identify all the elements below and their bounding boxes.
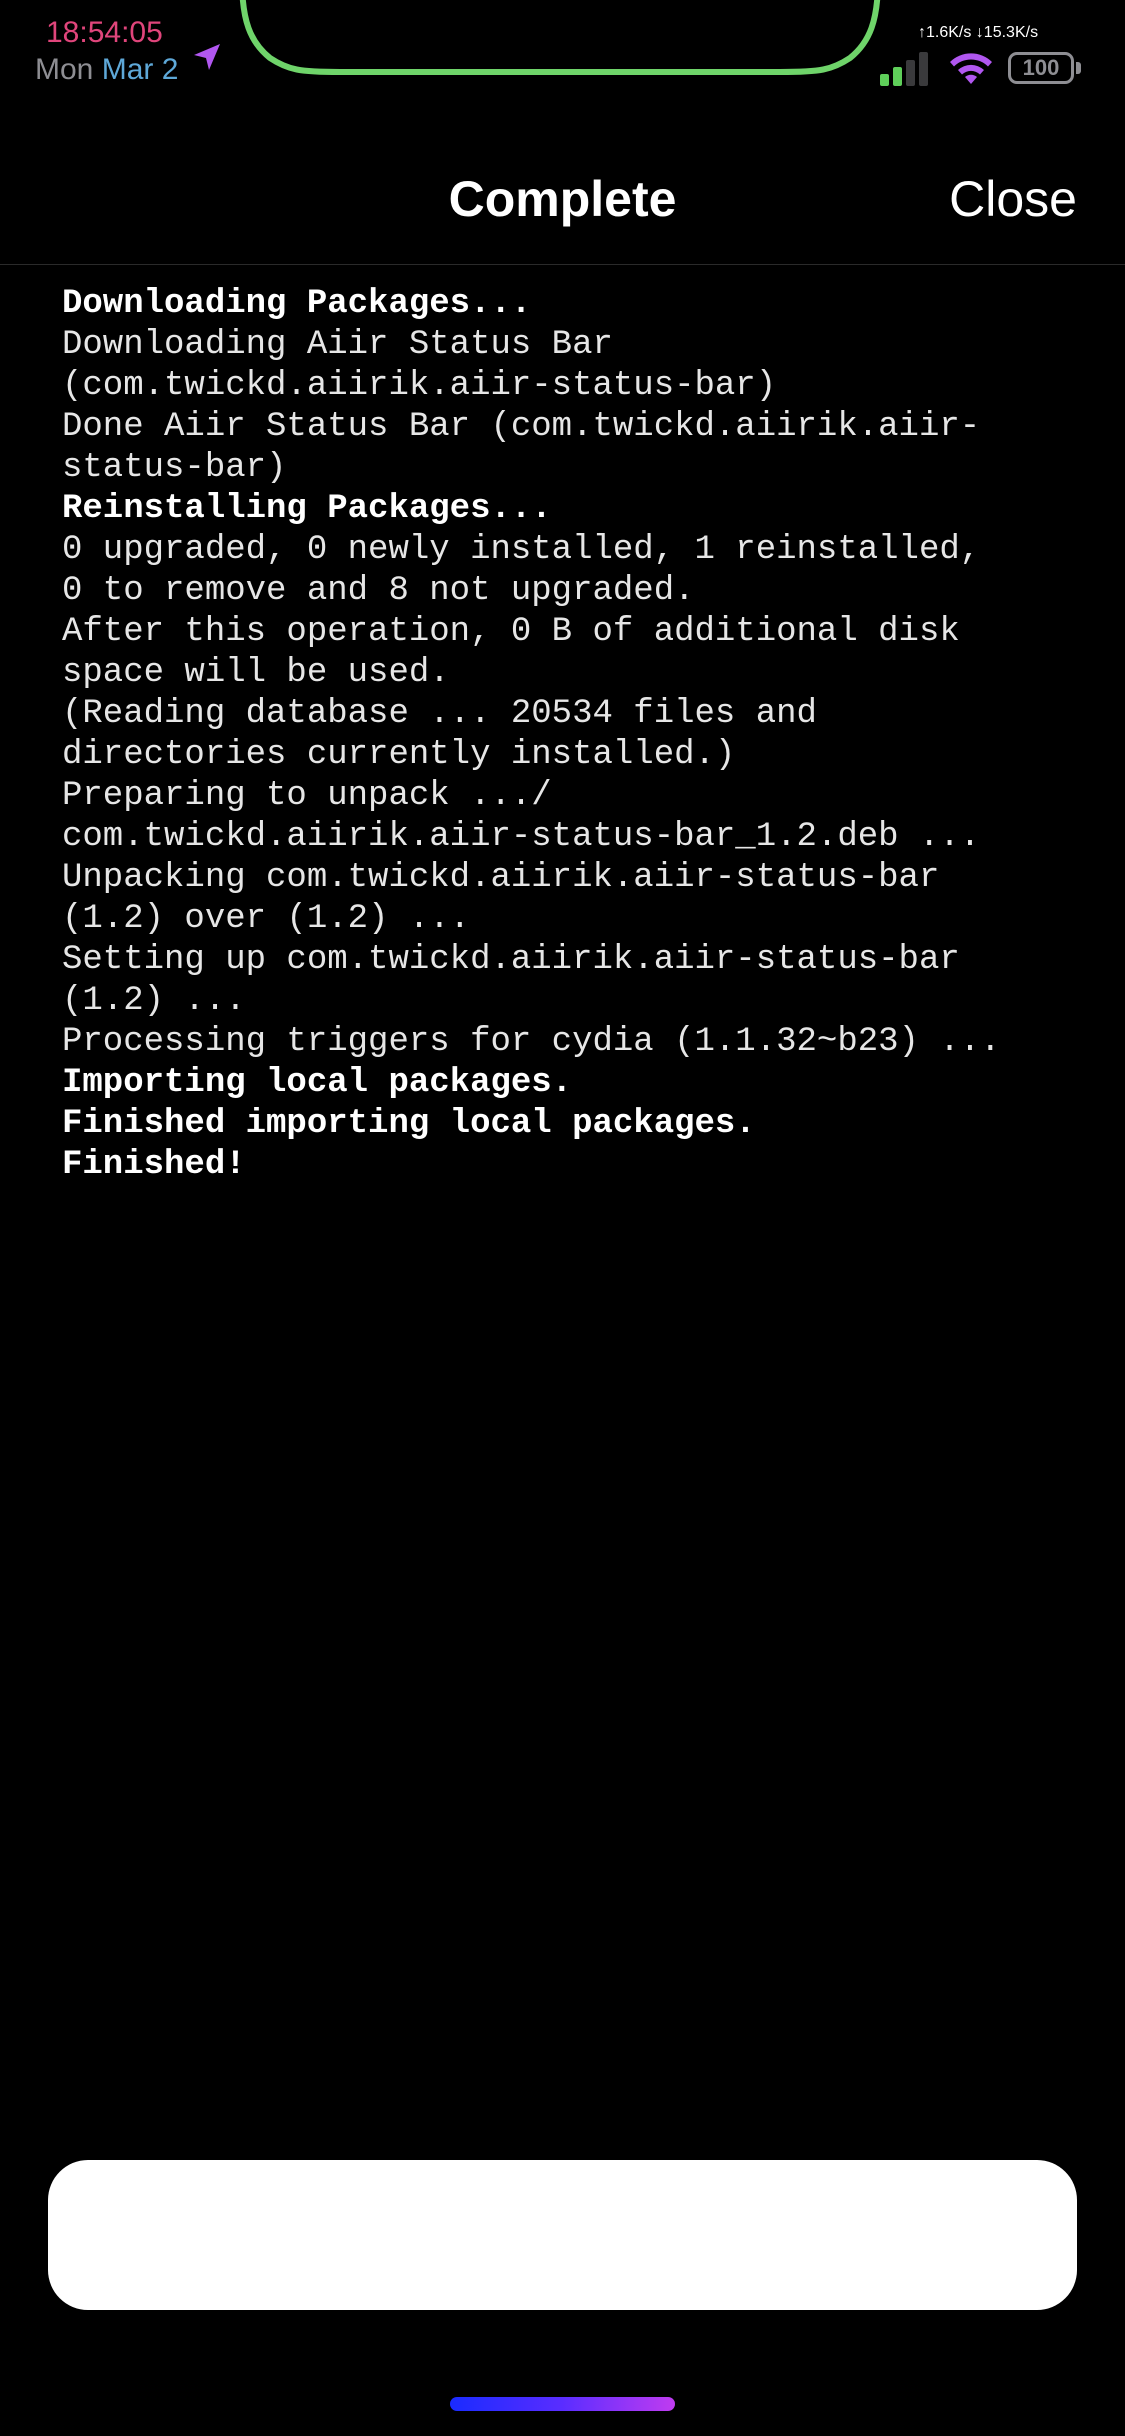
log-line: Unpacking com.twickd.aiirik.aiir-status-… [62,859,940,897]
log-line: Reinstalling Packages... [62,490,552,528]
battery-level: 100 [1008,52,1074,84]
log-line: Finished importing local packages. [62,1105,756,1143]
log-line: Done Aiir Status Bar (com.twickd.aiirik.… [62,408,981,446]
log-line: (1.2) over (1.2) ... [62,900,471,938]
install-log: Downloading Packages... Downloading Aiir … [62,284,1082,1186]
log-line: Finished! [62,1146,246,1184]
notch-outline [239,0,881,75]
status-day: Mon [35,53,94,86]
bottom-action-button[interactable] [48,2160,1077,2310]
status-month-day: Mar 2 [101,53,179,86]
cellular-signal-icon [880,52,928,86]
log-line: 0 upgraded, 0 newly installed, 1 reinsta… [62,531,981,569]
battery-indicator: 100 [1008,52,1084,86]
log-line: 0 to remove and 8 not upgraded. [62,572,695,610]
nav-bar: Complete Close [0,150,1125,265]
wifi-icon [950,53,992,84]
log-line: Downloading Aiir Status Bar [62,326,613,364]
log-line: Processing triggers for cydia (1.1.32~b2… [62,1023,1001,1061]
log-line: Downloading Packages... [62,285,532,323]
status-time: 18:54:05 [46,16,163,49]
status-date: Mon Mar 2 [35,53,178,87]
log-line: directories currently installed.) [62,736,736,774]
status-bar: 18:54:05 Mon Mar 2 ↑1.6K/s ↓15.3K/s 100 [0,0,1125,100]
log-line: (Reading database ... 20534 files and [62,695,817,733]
log-line: Importing local packages. [62,1064,573,1102]
log-line: com.twickd.aiirik.aiir-status-bar_1.2.de… [62,818,981,856]
home-indicator[interactable] [450,2397,675,2411]
log-line: Preparing to unpack .../ [62,777,552,815]
location-arrow-icon [194,44,220,70]
log-line: status-bar) [62,449,287,487]
log-line: (com.twickd.aiirik.aiir-status-bar) [62,367,777,405]
log-line: space will be used. [62,654,450,692]
close-button[interactable]: Close [949,170,1077,228]
battery-tip [1076,62,1081,74]
log-line: After this operation, 0 B of additional … [62,613,960,651]
log-line: (1.2) ... [62,982,246,1020]
network-speed: ↑1.6K/s ↓15.3K/s [918,24,1039,41]
log-line: Setting up com.twickd.aiirik.aiir-status… [62,941,960,979]
